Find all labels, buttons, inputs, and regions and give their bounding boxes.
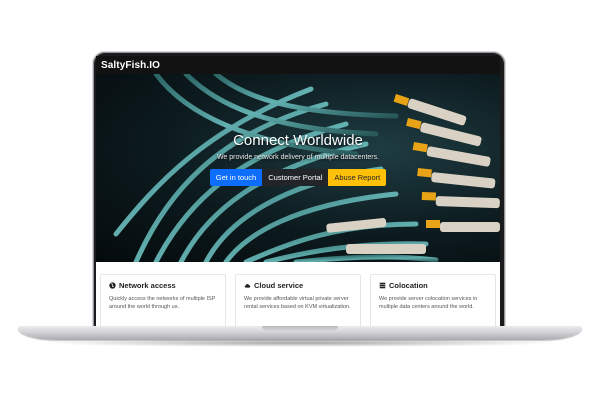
laptop-shadow: [40, 339, 560, 347]
laptop-screen: SaltyFish.IO Connect Worldwide We provid…: [96, 56, 500, 326]
hero-button-group: Get in touch Customer Portal Abuse Repor…: [96, 169, 500, 186]
feature-title: Network access: [119, 281, 176, 290]
cloud-icon: [244, 283, 251, 288]
brand-link[interactable]: SaltyFish.IO: [101, 60, 160, 71]
feature-text: Quickly access the networks of multiple …: [109, 296, 216, 310]
feature-text: We provide server colocation services in…: [379, 296, 478, 310]
feature-title: Cloud service: [254, 281, 304, 290]
abuse-report-button[interactable]: Abuse Report: [328, 169, 387, 186]
feature-text: We provide affordable virtual private se…: [244, 296, 351, 310]
customer-portal-button[interactable]: Customer Portal: [262, 169, 329, 186]
feature-card-cloud: Cloud service We provide affordable virt…: [235, 274, 361, 326]
feature-card-network: Network access Quickly access the networ…: [100, 274, 226, 326]
navbar: SaltyFish.IO: [96, 56, 500, 74]
features-section: Network access Quickly access the networ…: [96, 262, 500, 326]
laptop-notch: [262, 326, 338, 331]
hero-title: Connect Worldwide: [233, 132, 363, 149]
laptop-mockup: SaltyFish.IO Connect Worldwide We provid…: [0, 0, 600, 400]
server-icon: [379, 282, 386, 289]
hero-subtitle: We provide network delivery of multiple …: [216, 154, 380, 161]
globe-icon: [109, 282, 116, 289]
hero-section: Connect Worldwide We provide network del…: [96, 74, 500, 262]
get-in-touch-button[interactable]: Get in touch: [209, 169, 263, 186]
feature-title: Colocation: [389, 281, 428, 290]
hero-content: Connect Worldwide We provide network del…: [96, 132, 500, 186]
feature-card-colocation: Colocation We provide server colocation …: [370, 274, 496, 326]
